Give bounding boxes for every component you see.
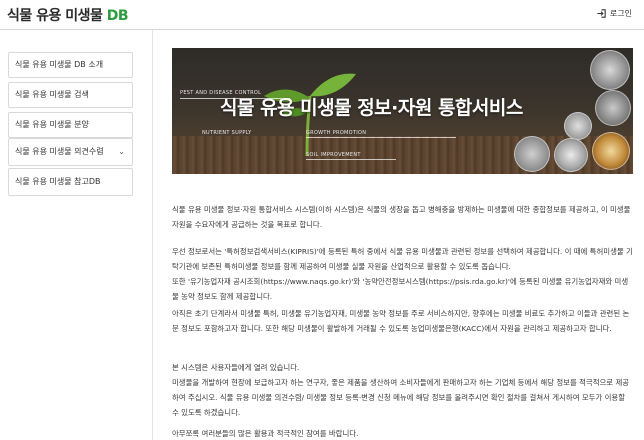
hero-banner: PEST AND DISEASE CONTROL NUTRIENT SUPPLY… — [172, 48, 633, 174]
sidebar: 식물 유용 미생물 DB 소개 식물 유용 미생물 검색 식물 유용 미생물 분… — [0, 30, 153, 440]
open-line: 미생물을 개발하여 현장에 보급하고자 하는 연구자, 좋은 제품을 생산하여 … — [172, 378, 630, 417]
banner-title: 식물 유용 미생물 정보·자원 통합서비스 — [220, 97, 523, 119]
closing-paragraph: 아무쪼록 여러분들의 많은 활용과 적극적인 참여를 바랍니다. — [172, 429, 359, 438]
microbe-image — [590, 50, 630, 90]
banner-divider — [306, 159, 396, 160]
login-icon — [597, 9, 606, 18]
chevron-down-icon: ⌄ — [118, 147, 125, 156]
banner-tag-growth: GROWTH PROMOTION — [306, 130, 367, 136]
sidebar-item-db-intro[interactable]: 식물 유용 미생물 DB 소개 — [8, 52, 133, 78]
intro-paragraph: 식물 유용 미생물 정보·자원 통합서비스 시스템(이하 시스템)은 식물의 생… — [172, 205, 631, 229]
login-button[interactable]: 로그인 — [596, 8, 632, 19]
main-content: PEST AND DISEASE CONTROL NUTRIENT SUPPLY… — [153, 30, 644, 440]
plan-paragraph: 아직은 초기 단계라서 미생물 특허, 미생물 유기농업자재, 미생물 농약 정… — [172, 309, 630, 333]
sidebar-item-distribution[interactable]: 식물 유용 미생물 분양 — [8, 112, 133, 138]
sidebar-item-search[interactable]: 식물 유용 미생물 검색 — [8, 82, 133, 108]
microbe-image — [554, 138, 588, 172]
microbe-image — [595, 90, 631, 126]
open-line: 본 시스템은 사용자들에게 열려 있습니다. — [172, 363, 300, 372]
info-line: 또한 '유기농업자재 공시조회(https://www.naqs.go.kr)'… — [172, 277, 629, 301]
banner-divider — [306, 137, 456, 138]
sidebar-item-label: 식물 유용 미생물 검색 — [15, 90, 89, 99]
microbe-image — [592, 132, 630, 170]
info-line: 우선 정보로서는 '특허정보검색서비스(KIPRIS)'에 등록된 특허 중에서… — [172, 247, 633, 271]
sidebar-item-label: 식물 유용 미생물 DB 소개 — [15, 60, 104, 69]
sidebar-item-feedback[interactable]: 식물 유용 미생물 의견수렴 ⌄ — [8, 138, 133, 166]
microbe-image — [514, 136, 550, 172]
banner-tag-soil: SOIL IMPROVEMENT — [306, 152, 361, 158]
site-logo[interactable]: 식물 유용 미생물 DB — [7, 5, 129, 25]
sidebar-item-label: 식물 유용 미생물 의견수렴 — [15, 147, 104, 156]
sidebar-item-reference-db[interactable]: 식물 유용 미생물 참고DB — [8, 168, 133, 196]
login-label: 로그인 — [609, 9, 632, 18]
top-bar: 식물 유용 미생물 DB 로그인 — [0, 0, 644, 30]
banner-tag-nutrient: NUTRIENT SUPPLY — [202, 130, 252, 136]
sidebar-item-label: 식물 유용 미생물 참고DB — [15, 177, 101, 186]
info-paragraph: 우선 정보로서는 '특허정보검색서비스(KIPRIS)'에 등록된 특허 중에서… — [172, 244, 634, 304]
sidebar-item-label: 식물 유용 미생물 분양 — [15, 120, 89, 129]
microbe-image — [564, 112, 592, 140]
brand-title: 식물 유용 미생물 — [7, 8, 103, 24]
brand-db-suffix: DB — [106, 8, 129, 24]
open-paragraph: 본 시스템은 사용자들에게 열려 있습니다. 미생물을 개발하여 현장에 보급하… — [172, 360, 634, 420]
